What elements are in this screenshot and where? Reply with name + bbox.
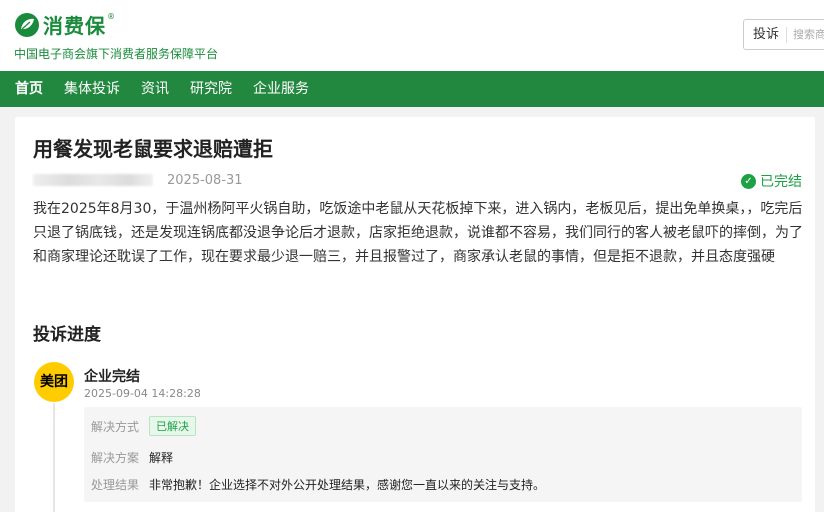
status-badge: ✓ 已完结 — [741, 171, 802, 191]
complaint-meta: 2025-08-31 — [33, 172, 243, 188]
step-time: 2025-09-04 14:28:28 — [84, 387, 201, 400]
status-text: 已完结 — [760, 174, 802, 190]
nav-item-enterprise[interactable]: 企业服务 — [253, 71, 309, 107]
nav-item-group-complaint[interactable]: 集体投诉 — [64, 71, 120, 107]
search-box: 投诉 — [743, 19, 824, 50]
site-tagline: 中国电子商会旗下消费者服务保障平台 — [14, 47, 219, 61]
registered-mark: ® — [107, 12, 115, 21]
complaint-card: 用餐发现老鼠要求退赔遭拒 2025-08-31 ✓ 已完结 我在2025年8月3… — [15, 117, 815, 512]
main-nav: 首页 集体投诉 资讯 研究院 企业服务 — [0, 71, 824, 107]
complaint-date: 2025-08-31 — [167, 172, 243, 188]
resolution-detail-panel: 解决方式 已解决 解决方案 解释 处理结果 非常抱歉！企业选择不对外公开处理结果… — [84, 407, 802, 502]
resolution-method-label: 解决方式 — [91, 419, 140, 434]
timeline-line — [53, 403, 55, 512]
search-type-select[interactable]: 投诉 — [744, 26, 788, 43]
search-input[interactable] — [787, 28, 824, 41]
nav-item-home[interactable]: 首页 — [15, 71, 43, 107]
site-logo[interactable]: 消费保 ® — [14, 10, 115, 39]
result-label: 处理结果 — [91, 478, 140, 492]
merchant-avatar: 美团 — [34, 362, 74, 402]
nav-item-news[interactable]: 资讯 — [141, 71, 169, 107]
top-header: 消费保 ® 中国电子商会旗下消费者服务保障平台 投诉 — [0, 0, 824, 71]
complaint-title: 用餐发现老鼠要求退赔遭拒 — [33, 137, 273, 161]
step-name: 企业完结 — [84, 369, 140, 385]
resolution-plan-row: 解决方案 解释 — [91, 449, 173, 466]
result-value: 非常抱歉！企业选择不对外公开处理结果，感谢您一直以来的关注与支持。 — [149, 478, 546, 492]
resolution-method-row: 解决方式 已解决 — [91, 416, 196, 436]
result-row: 处理结果 非常抱歉！企业选择不对外公开处理结果，感谢您一直以来的关注与支持。 — [91, 476, 545, 493]
progress-section-title: 投诉进度 — [33, 325, 101, 345]
check-circle-icon: ✓ — [741, 173, 756, 189]
leaf-logo-icon — [15, 12, 39, 37]
resolution-plan-label: 解决方案 — [91, 451, 140, 465]
user-name-blurred — [33, 174, 153, 186]
resolution-plan-value: 解释 — [149, 451, 174, 465]
logo-text: 消费保 — [43, 14, 106, 38]
nav-item-research[interactable]: 研究院 — [190, 71, 232, 107]
complaint-content: 我在2025年8月30，于温州杨阿平火锅自助，吃饭途中老鼠从天花板掉下来，进入锅… — [33, 201, 803, 265]
resolution-method-badge: 已解决 — [149, 416, 196, 436]
